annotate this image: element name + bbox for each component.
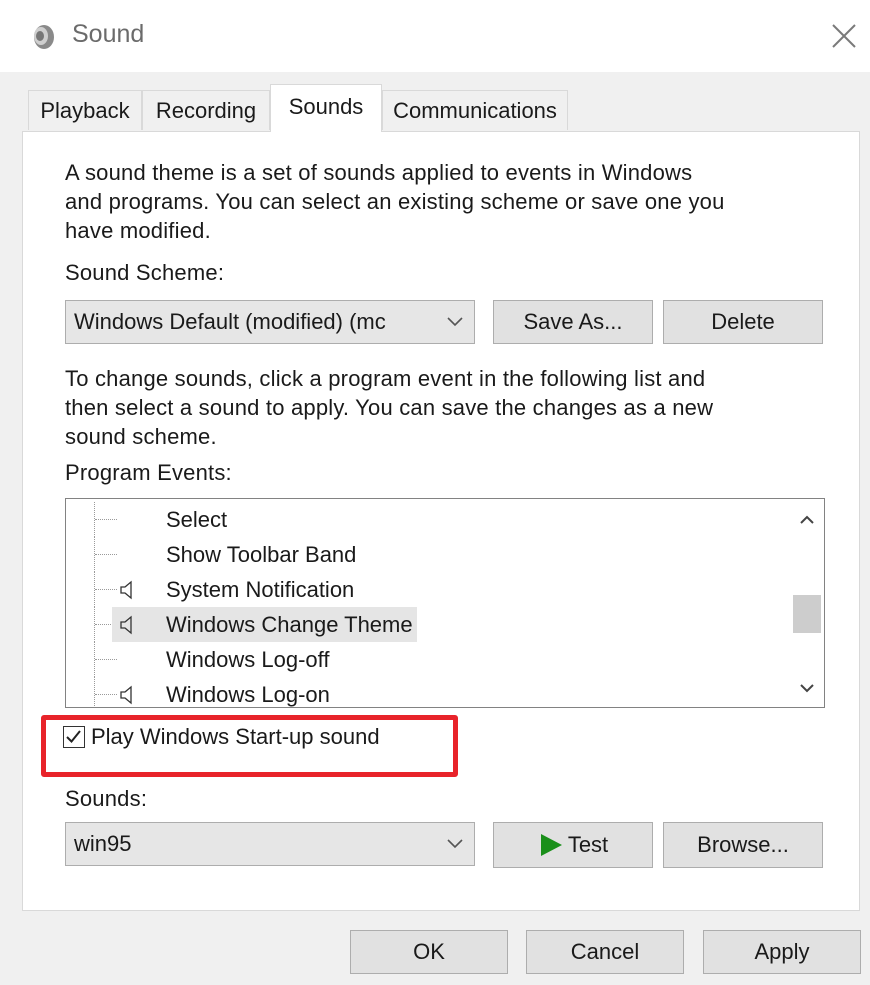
- tree-connector: [94, 572, 119, 607]
- intro-text-line: A sound theme is a set of sounds applied…: [65, 160, 693, 185]
- tab-recording[interactable]: Recording: [142, 90, 270, 130]
- sounds-dropdown[interactable]: win95: [65, 822, 475, 866]
- test-label: Test: [567, 832, 609, 857]
- title-bar: Sound: [0, 0, 870, 72]
- list-item[interactable]: Windows Log-off: [66, 642, 786, 677]
- intro-text-line: have modified.: [65, 218, 211, 243]
- highlight-annotation: [41, 715, 458, 777]
- scroll-up-button[interactable]: [790, 503, 824, 537]
- tree-connector: [94, 642, 119, 677]
- tree-connector: [94, 677, 119, 707]
- scroll-down-button[interactable]: [790, 671, 824, 705]
- cancel-button[interactable]: Cancel: [526, 930, 684, 974]
- event-label: Show Toolbar Band: [166, 542, 357, 567]
- list-item[interactable]: Show Toolbar Band: [66, 537, 786, 572]
- speaker-icon: [120, 685, 132, 705]
- sound-scheme-dropdown[interactable]: Windows Default (modified) (mc: [65, 300, 475, 344]
- tree-connector: [94, 537, 119, 572]
- program-events-list[interactable]: Select Show Toolbar Band System Notifica…: [65, 498, 825, 708]
- event-label: Windows Log-off: [166, 647, 330, 672]
- event-label: Windows Log-on: [166, 682, 330, 707]
- scrollbar-thumb[interactable]: [793, 595, 821, 633]
- play-icon: [540, 834, 562, 856]
- speaker-app-icon: [34, 25, 54, 49]
- sound-scheme-value: Windows Default (modified) (mc: [74, 309, 386, 334]
- chevron-down-icon: [444, 823, 466, 865]
- list-item[interactable]: Windows Log-on: [66, 677, 786, 707]
- tab-communications[interactable]: Communications: [382, 90, 568, 130]
- sound-value: win95: [74, 831, 132, 856]
- apply-button[interactable]: Apply: [703, 930, 861, 974]
- sound-scheme-label: Sound Scheme:: [65, 260, 225, 285]
- vertical-scrollbar[interactable]: [790, 499, 824, 707]
- browse-button[interactable]: Browse...: [663, 822, 823, 868]
- tree-connector: [94, 502, 119, 537]
- delete-button[interactable]: Delete: [663, 300, 823, 344]
- instructions-text-line: then select a sound to apply. You can sa…: [65, 395, 714, 420]
- save-as-button[interactable]: Save As...: [493, 300, 653, 344]
- tab-playback[interactable]: Playback: [28, 90, 142, 130]
- speaker-icon: [120, 615, 132, 635]
- list-item[interactable]: System Notification: [66, 572, 786, 607]
- instructions-text-line: To change sounds, click a program event …: [65, 366, 706, 391]
- close-button[interactable]: [826, 18, 862, 54]
- close-icon: [832, 24, 856, 48]
- sounds-tab-panel: A sound theme is a set of sounds applied…: [22, 131, 860, 911]
- event-label: System Notification: [166, 577, 355, 602]
- chevron-down-icon: [800, 684, 814, 693]
- program-events-label: Program Events:: [65, 460, 232, 485]
- list-item[interactable]: Windows Change Theme: [66, 607, 786, 642]
- instructions-text-line: sound scheme.: [65, 424, 217, 449]
- chevron-up-icon: [800, 515, 814, 524]
- chevron-down-icon: [444, 301, 466, 343]
- intro-text-line: and programs. You can select an existing…: [65, 189, 725, 214]
- window-title: Sound: [72, 20, 145, 48]
- speaker-icon: [120, 580, 132, 600]
- ok-button[interactable]: OK: [350, 930, 508, 974]
- tab-sounds[interactable]: Sounds: [270, 84, 382, 132]
- test-button[interactable]: Test: [493, 822, 653, 868]
- event-label: Select: [166, 507, 228, 532]
- sounds-label: Sounds:: [65, 786, 148, 811]
- event-label: Windows Change Theme: [162, 607, 417, 642]
- list-item[interactable]: Select: [66, 502, 786, 537]
